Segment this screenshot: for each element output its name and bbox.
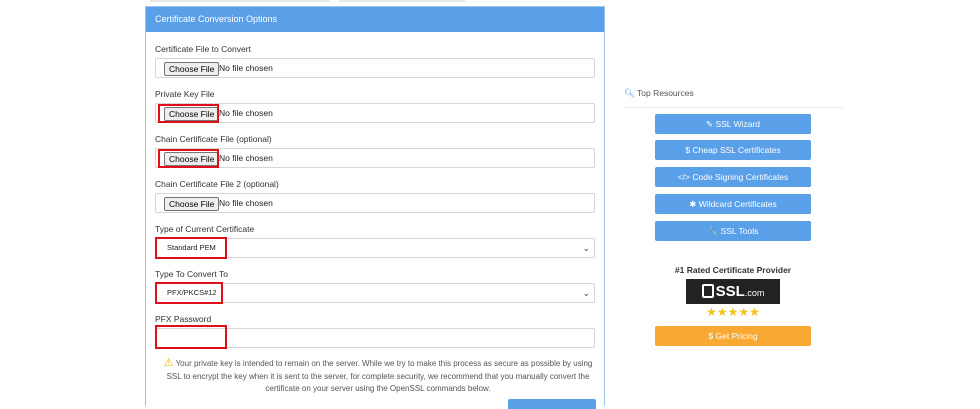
highlight-box <box>155 325 227 349</box>
warning-icon: ⚠ <box>163 357 174 369</box>
highlight-box <box>155 282 223 304</box>
pfx-password-label: PFX Password <box>155 314 212 324</box>
star-icon: ★ <box>727 305 739 319</box>
code-icon: </> <box>677 172 690 182</box>
chain-cert-label: Chain Certificate File (optional) <box>155 134 272 144</box>
ssl-wizard-button[interactable]: ✎ SSL Wizard <box>655 114 811 134</box>
private-key-input[interactable]: Choose File No file chosen <box>155 103 595 123</box>
divider <box>624 107 842 108</box>
highlight-box <box>155 237 227 259</box>
choose-file-button[interactable]: Choose File <box>164 62 220 76</box>
conversion-panel: Certificate Conversion Options Certifica… <box>145 6 605 409</box>
star-icon: ★ <box>749 305 760 319</box>
chain-cert-2-input[interactable]: Choose File No file chosen <box>155 193 595 213</box>
button-label: Code Signing Certificates <box>692 172 789 182</box>
file-status: No file chosen <box>219 108 273 118</box>
cut-off-text-top <box>150 0 600 2</box>
security-warning: ⚠ Your private key is intended to remain… <box>158 357 598 396</box>
ssl-logo-mark-icon <box>701 284 714 298</box>
chain-cert-input[interactable]: Choose File No file chosen <box>155 148 595 168</box>
ssl-com-logo[interactable]: SSL.com <box>686 279 780 304</box>
chevron-down-icon: ⌄ <box>582 288 590 298</box>
top-resources-title: Top Resources <box>637 88 694 98</box>
choose-file-button[interactable]: Choose File <box>164 197 220 211</box>
file-status: No file chosen <box>219 153 273 163</box>
chain-cert-2-label: Chain Certificate File 2 (optional) <box>155 179 279 189</box>
star-icon: ★ <box>738 305 750 319</box>
button-label: Wildcard Certificates <box>698 199 777 209</box>
convert-to-label: Type To Convert To <box>155 269 228 279</box>
asterisk-icon: ✱ <box>689 199 697 209</box>
button-label: Cheap SSL Certificates <box>692 145 781 155</box>
cert-file-label: Certificate File to Convert <box>155 44 251 54</box>
highlight-box <box>158 104 219 123</box>
button-label: SSL Tools <box>720 226 759 236</box>
star-icon: ★ <box>706 305 717 319</box>
panel-title: Certificate Conversion Options <box>146 7 604 32</box>
private-key-label: Private Key File <box>155 89 215 99</box>
dollar-icon: $ <box>685 145 691 155</box>
top-resources-heading: 🔍︎ Top Resources <box>624 88 694 99</box>
button-label: SSL Wizard <box>715 119 761 129</box>
highlight-box <box>158 149 219 168</box>
wildcard-button[interactable]: ✱ Wildcard Certificates <box>655 194 811 214</box>
code-signing-button[interactable]: </> Code Signing Certificates <box>655 167 811 187</box>
file-status: No file chosen <box>219 63 273 73</box>
magic-wand-icon: ✎ <box>705 119 714 129</box>
file-status: No file chosen <box>219 198 273 208</box>
cheap-ssl-button[interactable]: $ Cheap SSL Certificates <box>655 140 811 160</box>
logo-suffix: .com <box>744 288 765 298</box>
get-pricing-button[interactable]: $ Get Pricing <box>655 326 811 346</box>
search-icon: 🔍︎ <box>624 88 635 98</box>
ssl-tools-button[interactable]: 🔧 SSL Tools <box>655 221 811 241</box>
cert-file-input[interactable]: Choose File No file chosen <box>155 58 595 78</box>
star-icon: ★ <box>716 305 728 319</box>
current-type-label: Type of Current Certificate <box>155 224 255 234</box>
wrench-icon: 🔧 <box>707 226 719 236</box>
logo-text: SSL <box>715 283 745 300</box>
warning-text: Your private key is intended to remain o… <box>166 359 593 393</box>
rating-stars: ★★★★★ <box>624 306 842 318</box>
chevron-down-icon: ⌄ <box>582 243 590 253</box>
rated-provider-text: #1 Rated Certificate Provider <box>674 265 792 275</box>
